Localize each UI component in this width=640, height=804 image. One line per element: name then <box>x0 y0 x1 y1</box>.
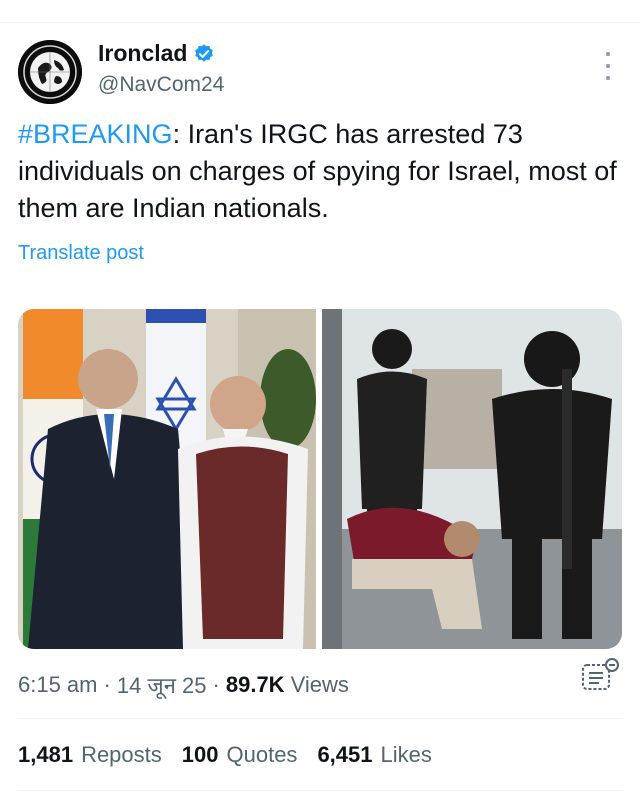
divider <box>18 790 622 791</box>
post-date[interactable]: 14 जून 25 <box>117 670 207 700</box>
divider <box>18 718 622 719</box>
views-label: Views <box>290 672 349 697</box>
avatar[interactable] <box>18 40 82 104</box>
author-name[interactable]: Ironclad <box>98 40 187 67</box>
author-name-row[interactable]: Ironclad <box>98 40 215 67</box>
meta-separator: · <box>103 672 111 697</box>
quotes-count[interactable]: 100 <box>182 742 219 768</box>
reposts-count[interactable]: 1,481 <box>18 742 73 768</box>
quotes-label[interactable]: Quotes <box>227 742 298 768</box>
more-options-icon[interactable] <box>598 52 618 80</box>
hashtag-link[interactable]: #BREAKING <box>18 119 173 149</box>
top-divider <box>0 22 640 23</box>
post-meta: 6:15 am · 14 जून 25 · 89.7K Views <box>18 670 349 700</box>
likes-count[interactable]: 6,451 <box>317 742 372 768</box>
engagement-stats: 1,481 Reposts 100 Quotes 6,451 Likes <box>18 742 452 768</box>
meta-separator: · <box>212 672 220 697</box>
author-handle[interactable]: @NavCom24 <box>98 73 224 97</box>
post-text: #BREAKING: Iran's IRGC has arrested 73 i… <box>18 116 618 227</box>
media-image-leaders[interactable] <box>18 309 316 649</box>
reposts-label[interactable]: Reposts <box>81 742 162 768</box>
post-media[interactable] <box>18 309 622 649</box>
media-image-arrest[interactable] <box>322 309 622 649</box>
verified-badge-icon <box>193 43 215 65</box>
post-time[interactable]: 6:15 am <box>18 672 98 698</box>
translate-post-link[interactable]: Translate post <box>18 242 144 265</box>
likes-label[interactable]: Likes <box>381 742 432 768</box>
analytics-icon[interactable] <box>580 656 620 692</box>
globe-logo-icon <box>18 40 82 104</box>
views-count: 89.7K <box>225 672 285 697</box>
